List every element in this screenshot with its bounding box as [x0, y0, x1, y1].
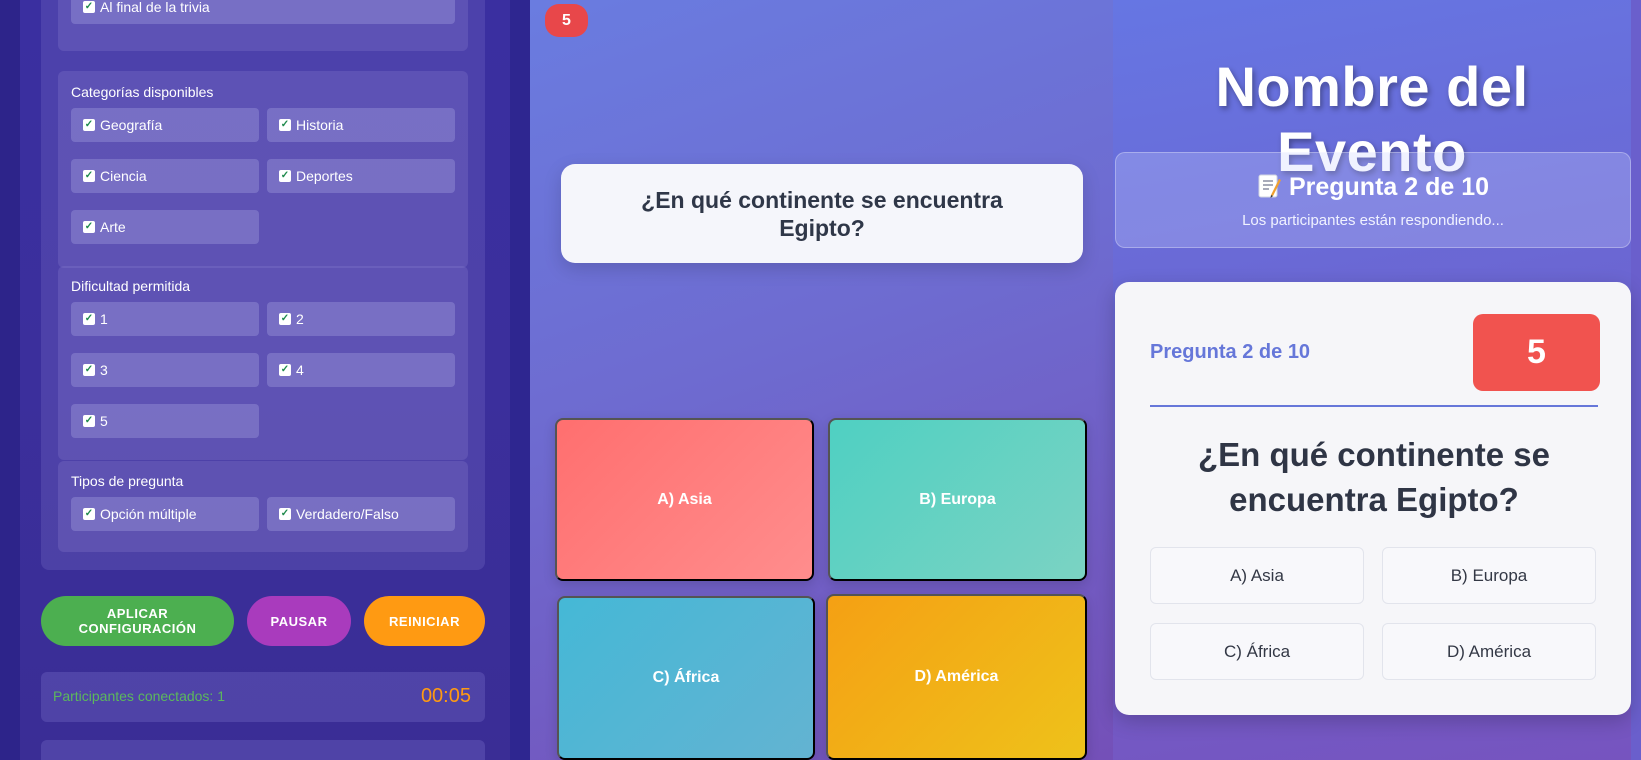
checkbox-category[interactable]: ✓ Arte [71, 210, 259, 244]
checkbox-category[interactable]: ✓ Deportes [267, 159, 455, 193]
difficulty-title: Dificultad permitida [71, 278, 191, 294]
checkbox-label: 1 [100, 311, 108, 327]
answer-button-a[interactable]: A) Asia [555, 418, 814, 581]
check-icon: ✓ [279, 364, 291, 376]
checkbox-label: Geografía [100, 117, 163, 133]
check-icon: ✓ [279, 170, 291, 182]
checkbox-category[interactable]: ✓ Historia [267, 108, 455, 142]
categories-title: Categorías disponibles [71, 84, 214, 100]
check-icon: ✓ [83, 364, 95, 376]
panel-edge [0, 0, 20, 760]
check-icon: ✓ [83, 1, 95, 13]
checkbox-category[interactable]: ✓ Ciencia [71, 159, 259, 193]
panel-divider [510, 0, 530, 760]
difficulty-group: Dificultad permitida ✓ 1 ✓ 2 ✓ 3 ✓ 4 ✓ 5 [58, 266, 468, 460]
status-bar: Participantes conectados: 1 00:05 [41, 672, 485, 722]
check-icon: ✓ [83, 508, 95, 520]
check-icon: ✓ [279, 119, 291, 131]
question-progress: Pregunta 2 de 10 [1150, 341, 1311, 363]
option-d: D) América [1382, 623, 1596, 680]
next-section [41, 740, 485, 760]
check-icon: ✓ [279, 508, 291, 520]
option-b: B) Europa [1382, 547, 1596, 604]
admin-panel: ✓ Al final de la trivia Categorías dispo… [0, 0, 530, 760]
pause-button[interactable]: PAUSAR [247, 596, 351, 646]
option-c: C) África [1150, 623, 1364, 680]
checkbox-label: 5 [100, 413, 108, 429]
checkbox-label: Arte [100, 219, 126, 235]
round-status-title: Pregunta 2 de 10 [1116, 173, 1630, 202]
checkbox-difficulty[interactable]: ✓ 4 [267, 353, 455, 387]
check-icon: ✓ [83, 415, 95, 427]
checkbox-label: Historia [296, 117, 344, 133]
check-icon: ✓ [83, 313, 95, 325]
checkbox-label: Ciencia [100, 168, 147, 184]
checkbox-label: Verdadero/Falso [296, 506, 399, 522]
round-status-text: Pregunta 2 de 10 [1288, 173, 1490, 201]
countdown-badge: 5 [545, 4, 588, 37]
reset-button[interactable]: REINICIAR [364, 596, 485, 646]
check-icon: ✓ [279, 313, 291, 325]
scrollbar[interactable] [1631, 0, 1641, 760]
checkbox-difficulty[interactable]: ✓ 2 [267, 302, 455, 336]
answer-button-d[interactable]: D) América [826, 594, 1087, 760]
checkbox-label: 4 [296, 362, 304, 378]
checkbox-label: Al final de la trivia [100, 0, 210, 15]
checkbox-question-type[interactable]: ✓ Verdadero/Falso [267, 497, 455, 531]
check-icon: ✓ [83, 170, 95, 182]
checkbox-difficulty[interactable]: ✓ 5 [71, 404, 259, 438]
apply-config-button[interactable]: APLICAR CONFIGURACIÓN [41, 596, 234, 646]
check-icon: ✓ [83, 119, 95, 131]
checkbox-label: 2 [296, 311, 304, 327]
question-panel: Pregunta 2 de 10 5 ¿En qué continente se… [1115, 282, 1631, 715]
countdown-timer: 5 [1473, 314, 1600, 391]
elapsed-timer: 00:05 [420, 685, 471, 707]
question-card: ¿En qué continente se encuentra Egipto? [561, 164, 1083, 263]
question-text: ¿En qué continente se encuentra Egipto? [1197, 436, 1551, 518]
categories-group: Categorías disponibles ✓ Geografía ✓ His… [58, 71, 468, 268]
question-types-title: Tipos de pregunta [71, 473, 184, 489]
answer-button-b[interactable]: B) Europa [828, 418, 1087, 581]
checkbox-difficulty[interactable]: ✓ 1 [71, 302, 259, 336]
checkbox-label: 3 [100, 362, 108, 378]
player-view: 5 ¿En qué continente se encuentra Egipto… [530, 0, 1113, 760]
checkbox-category[interactable]: ✓ Geografía [71, 108, 259, 142]
checkbox-label: Opción múltiple [100, 506, 197, 522]
divider [1150, 405, 1598, 407]
memo-icon [1258, 174, 1281, 198]
round-status-card: Pregunta 2 de 10 Los participantes están… [1115, 152, 1631, 248]
participants-count: Participantes conectados: 1 [53, 688, 225, 704]
checkbox-label: Deportes [296, 168, 353, 184]
checkbox-question-type[interactable]: ✓ Opción múltiple [71, 497, 259, 531]
answer-button-c[interactable]: C) África [557, 596, 815, 760]
question-types-group: Tipos de pregunta ✓ Opción múltiple ✓ Ve… [58, 461, 468, 552]
checkbox-difficulty[interactable]: ✓ 3 [71, 353, 259, 387]
round-status-subtitle: Los participantes están respondiendo... [1242, 212, 1504, 229]
show-results-group: ✓ Al final de la trivia [58, 0, 468, 51]
option-a: A) Asia [1150, 547, 1364, 604]
check-icon: ✓ [83, 221, 95, 233]
checkbox-end-of-trivia[interactable]: ✓ Al final de la trivia [71, 0, 455, 24]
host-view: Nombre del Evento Pregunta 2 de 10 Los p… [1113, 0, 1641, 760]
